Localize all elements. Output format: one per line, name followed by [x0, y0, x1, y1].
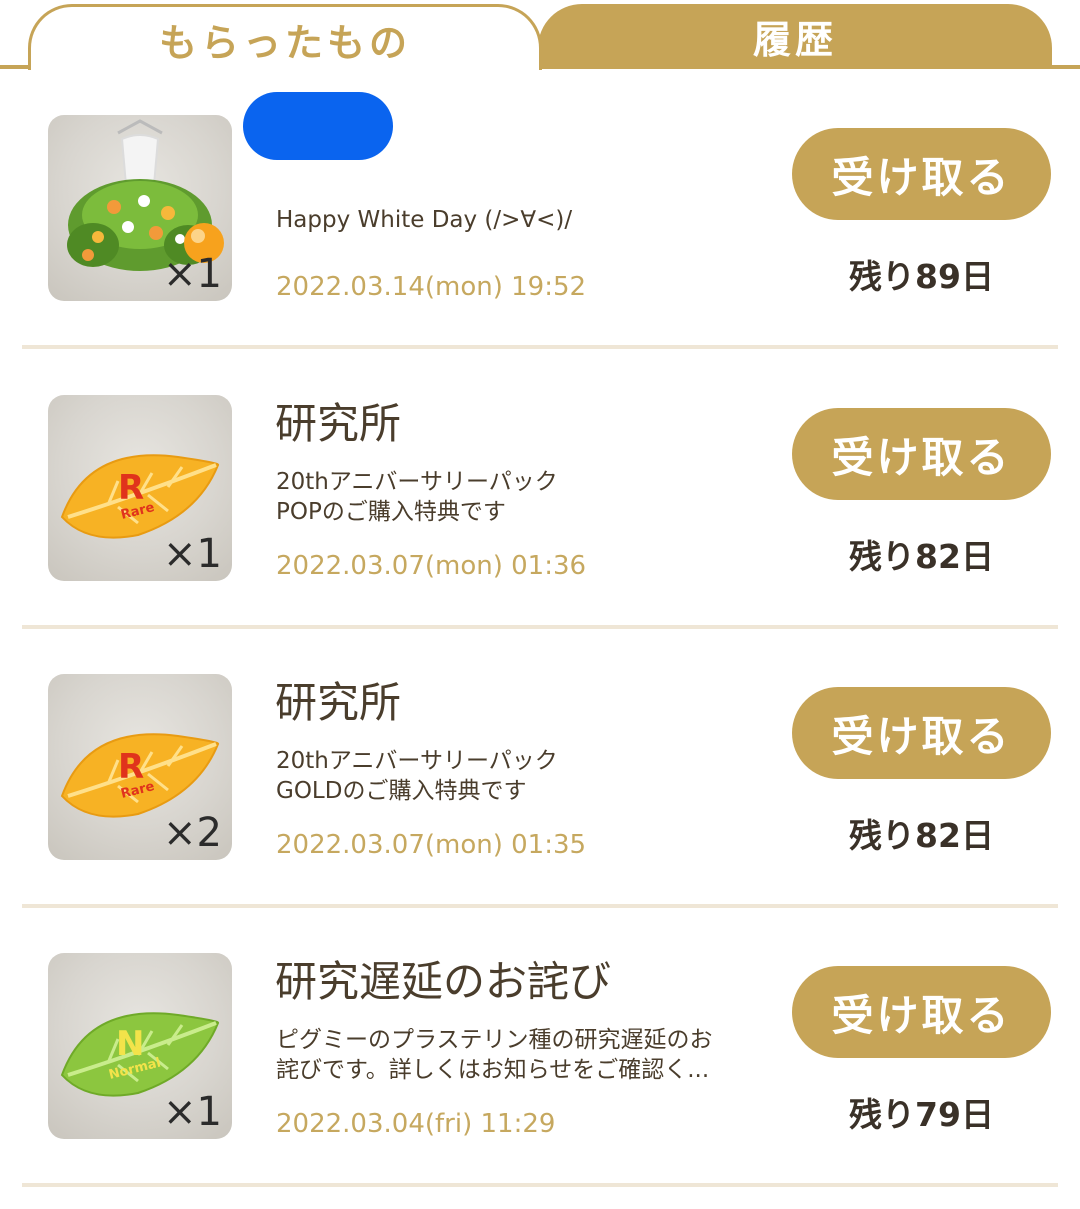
- item-quantity: ×1: [163, 251, 222, 297]
- receive-button[interactable]: 受け取る: [792, 966, 1051, 1058]
- leaf-letter: R: [118, 468, 144, 508]
- item-title: 研究遅延のお詫び: [275, 957, 612, 1006]
- receive-button-label: 受け取る: [831, 711, 1012, 761]
- item-description: ピグミーのプラステリン種の研究遅延のお 詫びです。詳しくはお知らせをご確認く..…: [276, 1027, 713, 1083]
- receive-button[interactable]: 受け取る: [792, 128, 1051, 220]
- remaining-days: 残り89日: [849, 257, 994, 296]
- item-quantity: ×1: [163, 1089, 222, 1135]
- receive-button-label: 受け取る: [831, 152, 1012, 202]
- item-date: 2022.03.04(fri) 11:29: [276, 1109, 556, 1139]
- row-divider: [22, 1183, 1058, 1187]
- tab-history[interactable]: 履歴: [538, 4, 1052, 68]
- item-title: 研究所: [275, 678, 402, 727]
- tab-received[interactable]: もらったもの: [28, 4, 542, 70]
- tab-received-label: もらったもの: [158, 21, 411, 65]
- receive-button-label: 受け取る: [831, 990, 1012, 1040]
- item-description: 20thアニバーサリーパック POPのご購入特典です: [276, 469, 558, 525]
- remaining-days: 残り82日: [849, 816, 994, 855]
- remaining-days: 残り79日: [849, 1095, 994, 1134]
- redaction-mark: [243, 92, 393, 160]
- item-date: 2022.03.07(mon) 01:35: [276, 830, 587, 860]
- item-quantity: ×2: [163, 810, 222, 856]
- item-description: Happy White Day (/>∀<)/: [276, 207, 573, 233]
- receive-button[interactable]: 受け取る: [792, 408, 1051, 500]
- item-thumbnail: R Rare ×2: [48, 674, 232, 860]
- leaf-letter: N: [116, 1024, 144, 1064]
- item-thumbnail: N Normal ×1: [48, 953, 232, 1139]
- item-description: 20thアニバーサリーパック GOLDのご購入特典です: [276, 748, 558, 804]
- item-thumbnail: ×1: [48, 115, 232, 301]
- row-divider: [22, 904, 1058, 908]
- row-divider: [22, 345, 1058, 349]
- tab-history-label: 履歴: [752, 17, 837, 62]
- remaining-days: 残り82日: [849, 537, 994, 576]
- item-date: 2022.03.07(mon) 01:36: [276, 551, 587, 581]
- item-quantity: ×1: [163, 531, 222, 577]
- row-divider: [22, 625, 1058, 629]
- item-thumbnail: R Rare ×1: [48, 395, 232, 581]
- item-title: 研究所: [275, 399, 402, 448]
- leaf-letter: R: [118, 747, 144, 787]
- item-date: 2022.03.14(mon) 19:52: [276, 272, 587, 302]
- receive-button-label: 受け取る: [831, 432, 1012, 482]
- receive-button[interactable]: 受け取る: [792, 687, 1051, 779]
- tab-bar: もらったもの 履歴: [0, 0, 1080, 70]
